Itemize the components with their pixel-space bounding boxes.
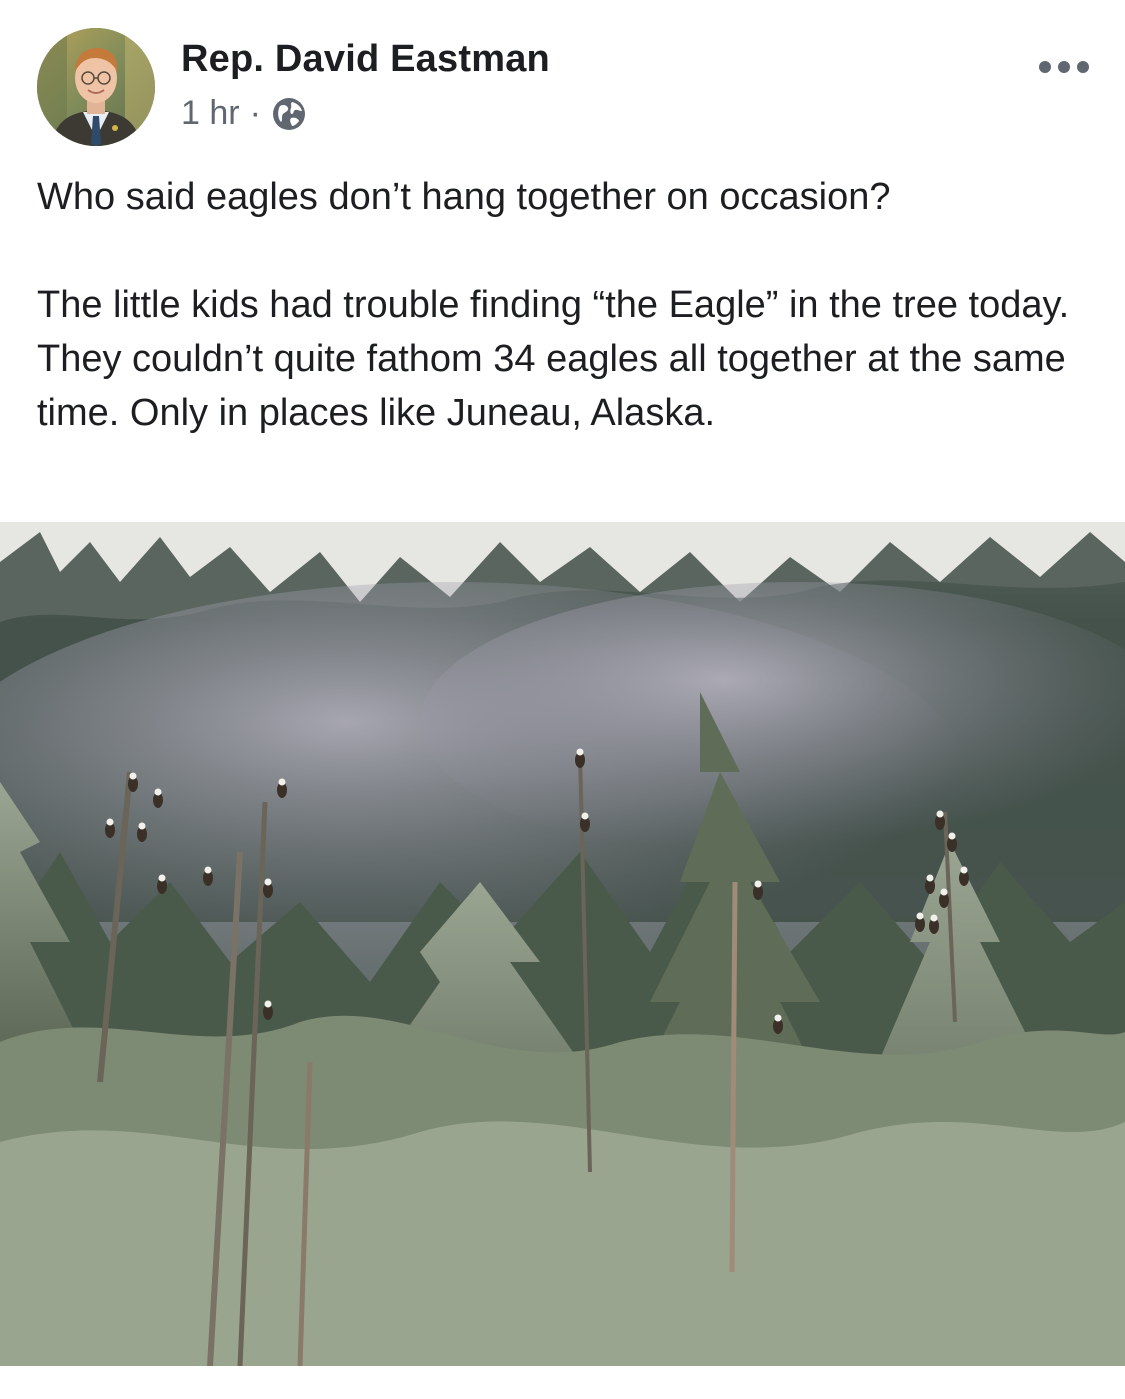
post-paragraph: Who said eagles don’t hang together on o… — [37, 176, 891, 218]
more-dot — [1058, 61, 1070, 73]
post-meta: 1 hr · — [181, 94, 307, 133]
post-paragraph: The little kids had trouble finding “the… — [37, 284, 1070, 434]
author-name[interactable]: Rep. David Eastman — [181, 38, 550, 81]
globe-icon[interactable] — [271, 96, 307, 132]
avatar-image — [37, 28, 155, 146]
post-text: Who said eagles don’t hang together on o… — [37, 170, 1087, 440]
more-dot — [1039, 61, 1051, 73]
more-options-icon[interactable] — [1039, 52, 1089, 82]
post-timestamp[interactable]: 1 hr — [181, 94, 240, 133]
post-photo[interactable] — [0, 522, 1125, 1366]
more-dot — [1077, 61, 1089, 73]
meta-separator: · — [249, 94, 261, 132]
author-avatar[interactable] — [37, 28, 155, 146]
eagles-in-trees-photo — [0, 522, 1125, 1366]
facebook-post: Rep. David Eastman 1 hr · Who said eagle… — [0, 0, 1125, 1399]
